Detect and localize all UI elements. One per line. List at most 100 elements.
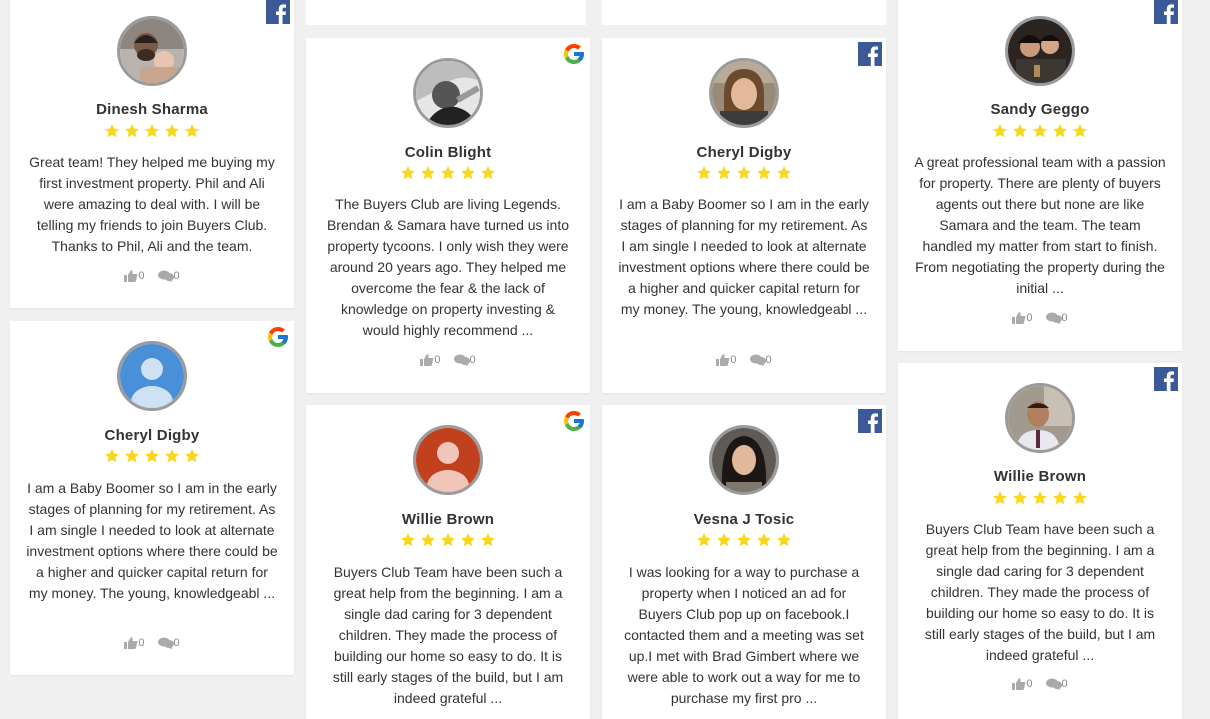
review-card: Vesna J Tosic I was looking for a way to… xyxy=(602,405,886,719)
star-icon xyxy=(1073,491,1087,505)
review-actions: 0 0 xyxy=(306,354,590,368)
star-icon xyxy=(441,533,455,547)
star-rating xyxy=(602,532,886,550)
facebook-icon[interactable] xyxy=(1154,367,1178,391)
comment-button[interactable]: 0 xyxy=(1045,312,1068,325)
like-count: 0 xyxy=(138,270,145,283)
star-icon xyxy=(421,533,435,547)
star-icon xyxy=(105,124,119,138)
like-button[interactable]: 0 xyxy=(1012,312,1033,325)
reviewer-name: Willie Brown xyxy=(993,468,1087,485)
like-button[interactable]: 0 xyxy=(716,354,736,367)
like-button[interactable]: 0 xyxy=(420,354,440,367)
avatar xyxy=(709,58,779,128)
star-icon xyxy=(1033,491,1047,505)
review-card-partial xyxy=(602,0,886,25)
review-card: Willie Brown Buyers Club Team have been … xyxy=(306,405,590,719)
comment-icon xyxy=(749,354,766,367)
star-rating xyxy=(10,448,294,466)
star-icon xyxy=(165,124,179,138)
facebook-icon[interactable] xyxy=(858,42,882,66)
star-icon xyxy=(401,166,415,180)
avatar xyxy=(413,425,483,495)
like-button[interactable]: 0 xyxy=(124,637,145,650)
review-card-partial xyxy=(306,0,586,25)
google-icon[interactable] xyxy=(266,325,290,349)
star-icon xyxy=(185,124,199,138)
reviewer-name: Vesna J Tosic xyxy=(693,511,795,528)
facebook-icon[interactable] xyxy=(858,409,882,433)
avatar xyxy=(413,58,483,128)
review-actions: 0 0 xyxy=(10,270,294,284)
star-icon xyxy=(993,124,1007,138)
review-text: I am a Baby Boomer so I am in the early … xyxy=(26,480,278,601)
review-card: Cheryl Digby I am a Baby Boomer so I am … xyxy=(602,38,886,393)
star-icon xyxy=(1013,124,1027,138)
reviewer-name: Dinesh Sharma xyxy=(96,101,208,118)
review-actions: 0 0 xyxy=(898,312,1182,326)
star-icon xyxy=(757,533,771,547)
comment-icon xyxy=(453,354,470,367)
star-icon xyxy=(1073,124,1087,138)
review-text: I am a Baby Boomer so I am in the early … xyxy=(618,196,870,317)
review-text: Great team! They helped me buying my fir… xyxy=(29,154,275,254)
comment-button[interactable]: 0 xyxy=(749,354,772,367)
star-rating xyxy=(898,123,1182,141)
avatar xyxy=(1005,16,1075,86)
star-icon xyxy=(145,449,159,463)
comment-count: 0 xyxy=(1061,678,1068,691)
review-text: Buyers Club Team have been such a great … xyxy=(332,564,564,706)
like-count: 0 xyxy=(138,637,145,650)
comment-icon xyxy=(157,270,174,283)
review-actions: 0 0 xyxy=(898,678,1182,692)
star-icon xyxy=(401,533,415,547)
star-icon xyxy=(993,491,1007,505)
review-text: I was looking for a way to purchase a pr… xyxy=(624,564,864,706)
reviewer-name: Colin Blight xyxy=(404,144,492,161)
star-icon xyxy=(421,166,435,180)
star-icon xyxy=(697,166,711,180)
like-button[interactable]: 0 xyxy=(1012,678,1032,691)
google-icon[interactable] xyxy=(562,42,586,66)
comment-button[interactable]: 0 xyxy=(157,637,180,650)
star-rating xyxy=(10,123,294,141)
star-icon xyxy=(737,533,751,547)
star-icon xyxy=(185,449,199,463)
review-text: Buyers Club Team have been such a great … xyxy=(924,521,1156,663)
review-text: A great professional team with a passion… xyxy=(914,154,1166,296)
comment-icon xyxy=(1045,678,1062,691)
like-button[interactable]: 0 xyxy=(124,270,145,283)
comment-count: 0 xyxy=(173,270,180,283)
star-icon xyxy=(1033,124,1047,138)
review-card: Cheryl Digby I am a Baby Boomer so I am … xyxy=(10,321,294,675)
facebook-icon[interactable] xyxy=(266,0,290,24)
avatar xyxy=(117,16,187,86)
reviewer-name: Willie Brown xyxy=(401,511,495,528)
review-actions: 0 0 xyxy=(10,637,294,651)
star-icon xyxy=(777,533,791,547)
comment-count: 0 xyxy=(1061,312,1068,325)
review-card: Colin Blight The Buyers Club are living … xyxy=(306,38,590,393)
star-icon xyxy=(165,449,179,463)
review-text: The Buyers Club are living Legends. Bren… xyxy=(326,196,570,338)
comment-button[interactable]: 0 xyxy=(1045,678,1068,691)
reviewer-name: Cheryl Digby xyxy=(104,427,200,444)
star-rating xyxy=(602,165,886,183)
comment-icon xyxy=(1045,312,1062,325)
star-rating xyxy=(306,165,590,183)
review-card: Dinesh Sharma Great team! They helped me… xyxy=(10,0,294,308)
avatar xyxy=(709,425,779,495)
reviewer-name: Cheryl Digby xyxy=(696,144,792,161)
star-icon xyxy=(481,533,495,547)
star-icon xyxy=(1053,124,1067,138)
comment-button[interactable]: 0 xyxy=(453,354,476,367)
star-icon xyxy=(697,533,711,547)
star-icon xyxy=(717,533,731,547)
google-icon[interactable] xyxy=(562,409,586,433)
like-count: 0 xyxy=(1026,312,1033,325)
star-icon xyxy=(481,166,495,180)
star-rating xyxy=(898,490,1182,508)
comment-button[interactable]: 0 xyxy=(157,270,180,283)
star-icon xyxy=(1053,491,1067,505)
facebook-icon[interactable] xyxy=(1154,0,1178,24)
